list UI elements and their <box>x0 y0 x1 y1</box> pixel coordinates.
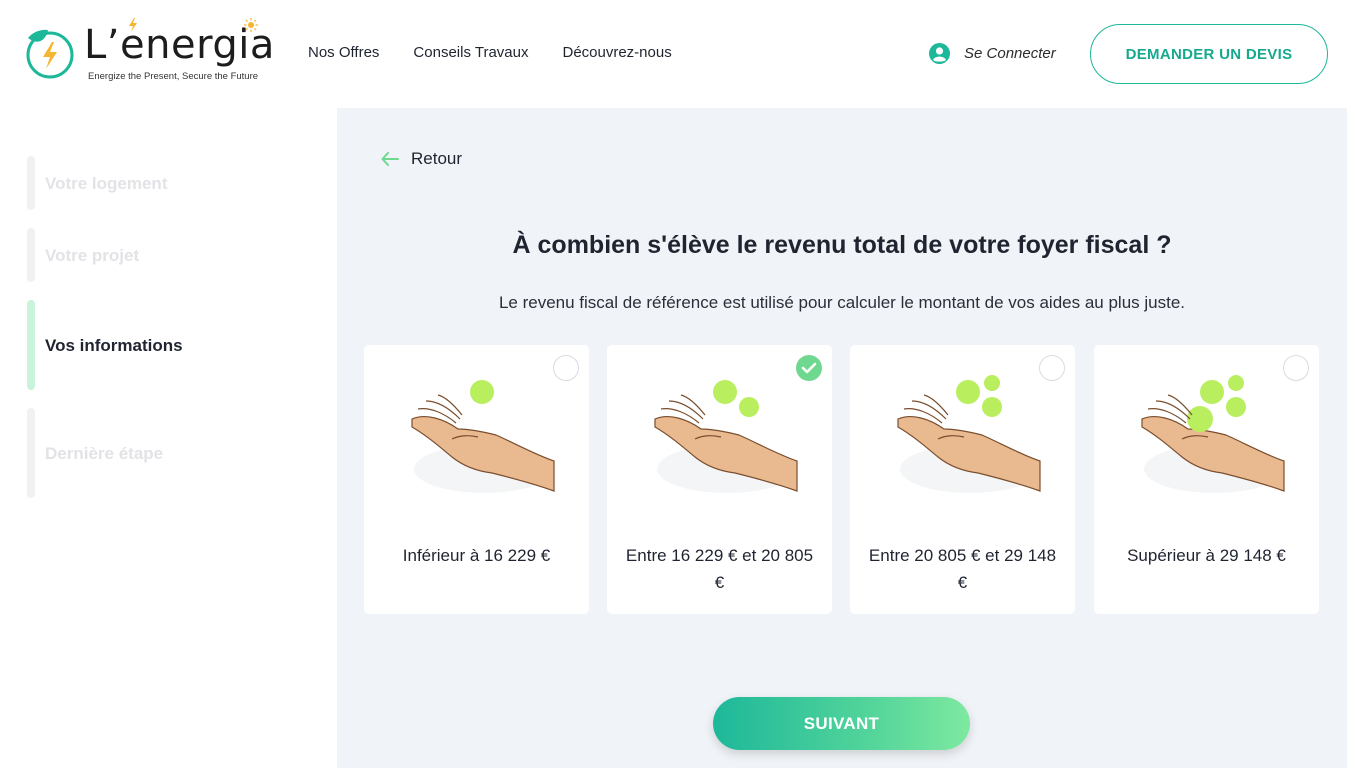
nav-item-offres[interactable]: Nos Offres <box>308 44 379 61</box>
login-link[interactable]: Se Connecter <box>929 43 1056 64</box>
hand-coins-icon <box>654 380 798 493</box>
hand-coins-icon <box>897 375 1041 493</box>
question-help-text: Le revenu fiscal de référence est utilis… <box>498 293 1186 312</box>
nav-item-conseils[interactable]: Conseils Travaux <box>413 44 528 61</box>
user-circle-icon <box>929 43 950 64</box>
main-nav: Nos Offres Conseils Travaux Découvrez-no… <box>308 44 672 61</box>
step-indicator <box>27 156 35 210</box>
lightning-leaf-logo-icon <box>26 29 74 79</box>
step-indicator <box>27 300 35 390</box>
progress-sidebar: Votre logement Votre projet Vos informat… <box>0 108 337 768</box>
income-option-card[interactable]: Supérieur à 29 148 € <box>1094 345 1319 614</box>
login-label: Se Connecter <box>964 45 1056 62</box>
back-label: Retour <box>411 149 463 168</box>
next-button[interactable]: SUIVANT <box>713 697 970 750</box>
hand-coins-icon <box>1141 375 1285 493</box>
option-label: Entre 16 229 € et 20 805 € <box>625 546 814 592</box>
nav-item-decouvrez[interactable]: Découvrez-nous <box>562 44 671 61</box>
option-label: Inférieur à 16 229 € <box>402 546 551 565</box>
step-label: Votre projet <box>45 246 140 265</box>
back-link[interactable]: Retour <box>381 149 462 169</box>
step-indicator <box>27 408 35 498</box>
step-label: Dernière étape <box>45 444 164 463</box>
form-panel: Retour À combien s'élève le revenu total… <box>337 108 1347 768</box>
brand-logo[interactable]: L’energia Energize the Present, Secure t… <box>20 18 285 84</box>
income-option-card[interactable]: Inférieur à 16 229 € <box>364 345 589 614</box>
step-label: Votre logement <box>45 174 168 193</box>
arrow-left-icon <box>381 152 399 166</box>
option-label: Entre 20 805 € et 29 148 € <box>868 546 1057 592</box>
page-title: À combien s'élève le revenu total de vot… <box>512 231 1172 259</box>
brand-tagline: Energize the Present, Secure the Future <box>88 71 259 82</box>
site-header: L’energia Energize the Present, Secure t… <box>0 0 1347 108</box>
brand-name: L’energia <box>84 22 275 68</box>
request-quote-button[interactable]: DEMANDER UN DEVIS <box>1090 24 1328 84</box>
income-option-card[interactable]: Entre 16 229 € et 20 805 € <box>607 345 832 614</box>
option-label: Supérieur à 29 148 € <box>1127 546 1286 565</box>
step-indicator <box>27 228 35 282</box>
step-label: Vos informations <box>45 336 183 355</box>
hand-coins-icon <box>411 380 555 493</box>
income-option-card[interactable]: Entre 20 805 € et 29 148 € <box>850 345 1075 614</box>
